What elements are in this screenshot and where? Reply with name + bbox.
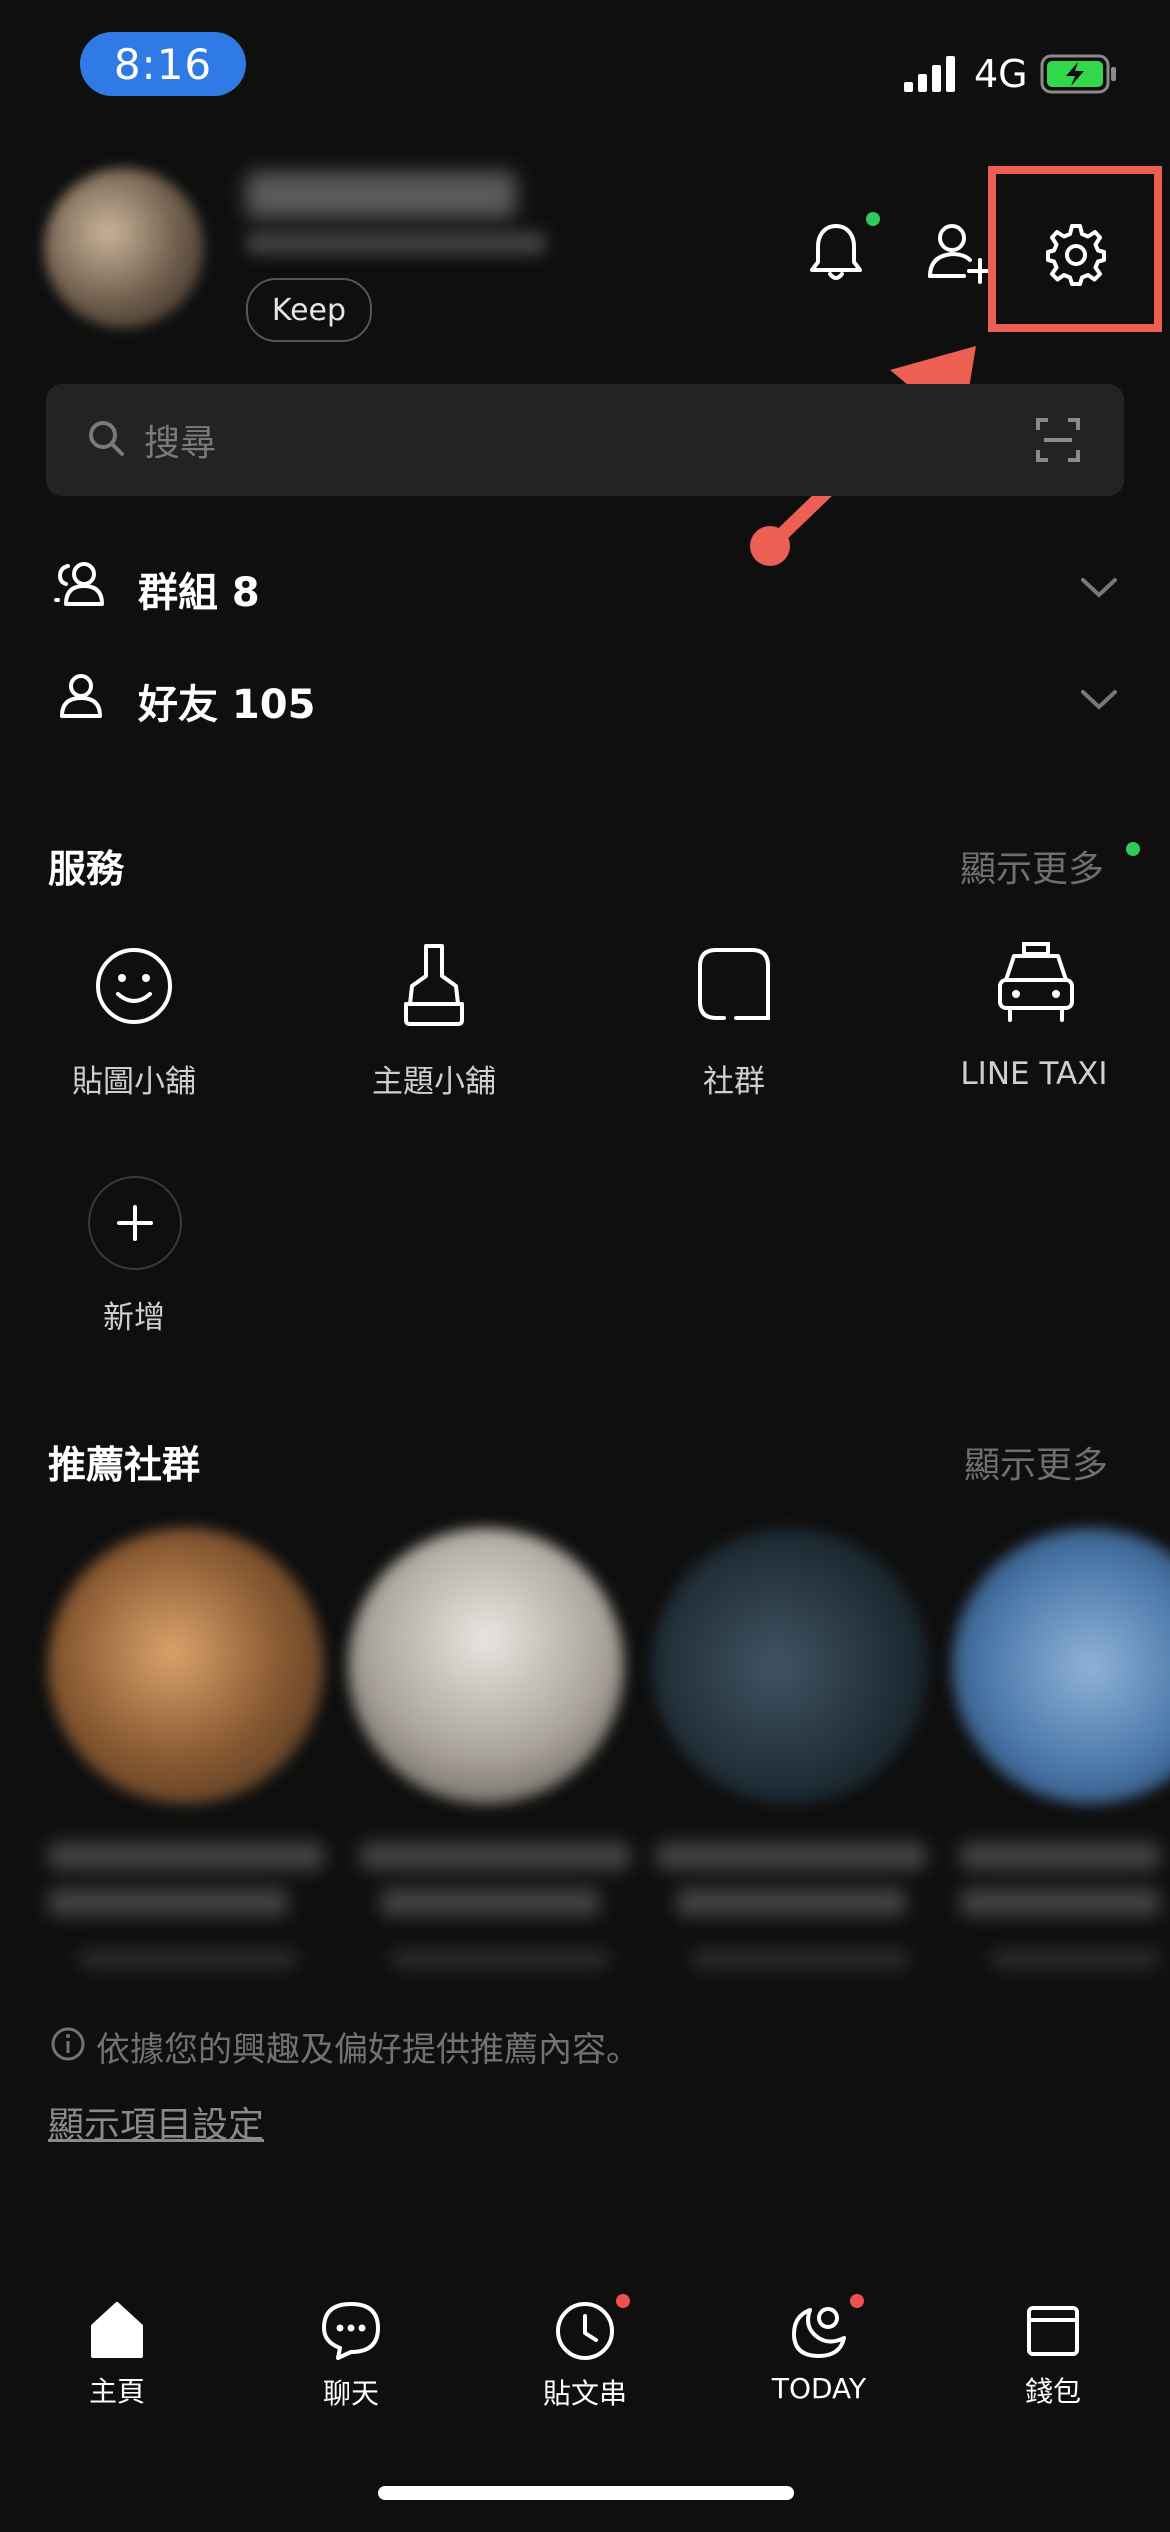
signal-icon <box>904 56 960 96</box>
recommended-community-title-blurred <box>960 1888 1160 1916</box>
services-show-more[interactable]: 顯示更多 <box>960 840 1104 892</box>
recommended-community-image[interactable] <box>348 1528 624 1804</box>
search-icon <box>86 418 126 462</box>
openchat-label[interactable]: 社群 <box>614 1056 854 1101</box>
home-icon <box>91 2302 143 2358</box>
recommended-community-title-blurred <box>48 1842 324 1870</box>
tab-home-label: 主頁 <box>88 2375 145 2408</box>
friend-icon <box>58 672 104 724</box>
tab-timeline[interactable]: 貼文串 <box>510 2300 660 2412</box>
recommended-community-image[interactable] <box>952 1528 1170 1804</box>
recommended-community-meta-blurred <box>390 1950 610 1968</box>
groups-row-label[interactable]: 群組 8 <box>138 560 260 618</box>
recommended-community-title-blurred <box>380 1888 600 1916</box>
add-friend-icon[interactable] <box>924 220 996 284</box>
group-icon <box>54 560 108 612</box>
tab-chat[interactable]: 聊天 <box>276 2300 426 2412</box>
qr-scan-icon[interactable] <box>1036 418 1080 466</box>
today-icon <box>792 2307 846 2358</box>
status-time: 8:16 <box>80 32 246 96</box>
network-type: 4G <box>974 52 1028 96</box>
display-settings-link[interactable]: 顯示項目設定 <box>48 2096 264 2148</box>
tab-home[interactable]: 主頁 <box>42 2300 192 2410</box>
recommended-community-title-blurred <box>676 1888 906 1916</box>
tab-today[interactable]: TODAY <box>744 2300 894 2405</box>
tab-wallet[interactable]: 錢包 <box>978 2300 1128 2410</box>
settings-highlight-box <box>988 166 1162 332</box>
services-new-dot <box>1126 842 1140 856</box>
search-input[interactable]: 搜尋 <box>144 414 216 466</box>
today-badge-dot <box>850 2294 864 2308</box>
notification-bell-icon[interactable] <box>806 220 866 284</box>
battery-icon <box>1040 54 1118 98</box>
tab-wallet-label: 錢包 <box>1024 2375 1081 2408</box>
notification-dot <box>866 212 880 226</box>
clock-icon <box>556 2302 614 2360</box>
add-service-label[interactable]: 新增 <box>14 1292 254 1337</box>
tab-timeline-label: 貼文串 <box>542 2377 627 2410</box>
recommended-community-title-blurred <box>960 1842 1160 1870</box>
recommended-community-title-blurred <box>48 1888 288 1916</box>
taxi-icon[interactable] <box>994 940 1078 1028</box>
theme-shop-label[interactable]: 主題小舖 <box>314 1056 554 1101</box>
add-service-button[interactable] <box>88 1176 182 1270</box>
recommended-show-more[interactable]: 顯示更多 <box>964 1436 1108 1488</box>
recommended-community-title-blurred <box>360 1842 630 1870</box>
tab-today-label: TODAY <box>771 2372 867 2405</box>
recommended-community-image[interactable] <box>652 1528 928 1804</box>
recommendation-info-text: 依據您的興趣及偏好提供推薦內容。 <box>96 2030 640 2070</box>
wallet-icon <box>1027 2306 1079 2356</box>
profile-status-blurred <box>246 232 546 254</box>
chat-icon <box>322 2302 380 2360</box>
tab-chat-label: 聊天 <box>322 2377 379 2410</box>
plus-icon <box>117 1205 153 1241</box>
keep-button[interactable]: Keep <box>246 278 372 342</box>
chevron-down-icon[interactable] <box>1080 688 1118 716</box>
info-icon <box>50 2026 86 2066</box>
profile-name-blurred[interactable] <box>246 172 516 218</box>
recommended-title: 推薦社群 <box>48 1443 201 1487</box>
sticker-shop-label[interactable]: 貼圖小舖 <box>14 1056 254 1101</box>
home-indicator <box>378 2486 794 2500</box>
recommended-community-image[interactable] <box>48 1528 324 1804</box>
recommended-community-title-blurred <box>656 1842 926 1870</box>
timeline-badge-dot <box>616 2294 630 2308</box>
friends-row-label[interactable]: 好友 105 <box>138 672 315 730</box>
brush-icon[interactable] <box>396 942 472 1030</box>
profile-avatar[interactable] <box>44 168 204 328</box>
smile-icon[interactable] <box>94 946 174 1030</box>
services-title: 服務 <box>48 847 125 891</box>
chevron-down-icon[interactable] <box>1080 576 1118 604</box>
recommended-community-meta-blurred <box>78 1950 298 1968</box>
recommended-community-meta-blurred <box>690 1950 910 1968</box>
recommended-community-meta-blurred <box>990 1950 1160 1968</box>
square-chat-icon[interactable] <box>696 946 772 1026</box>
line-taxi-label[interactable]: LINE TAXI <box>914 1056 1154 1092</box>
